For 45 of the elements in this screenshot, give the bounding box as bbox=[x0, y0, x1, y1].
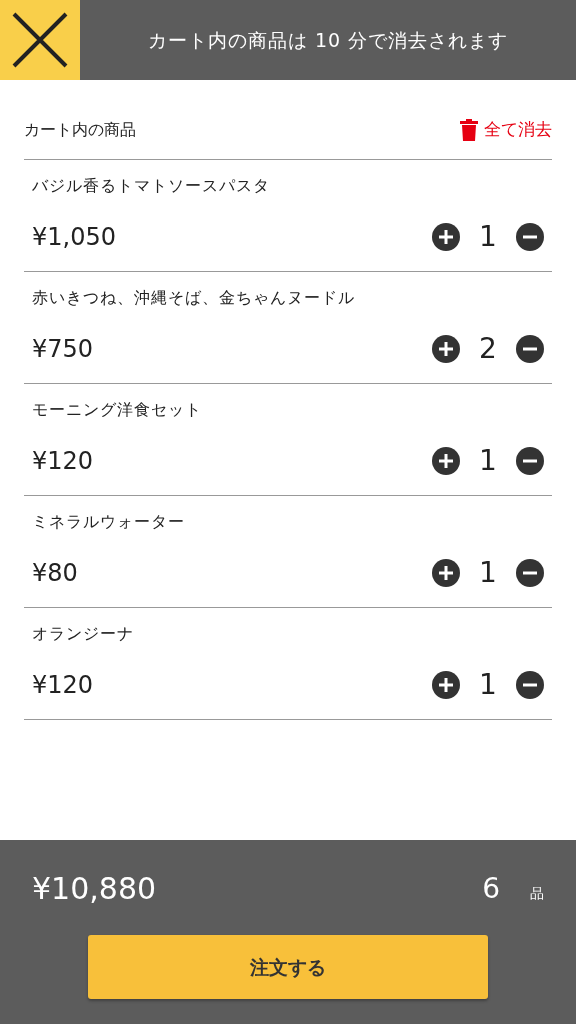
increase-button[interactable] bbox=[432, 446, 460, 475]
plus-icon bbox=[432, 446, 460, 475]
item-name: オランジーナ bbox=[32, 622, 135, 645]
item-price: ¥120 bbox=[32, 669, 94, 701]
close-button[interactable] bbox=[0, 0, 80, 80]
item-count: 6 bbox=[482, 870, 500, 907]
quantity: 1 bbox=[478, 442, 498, 479]
clear-all-button[interactable]: 全て消去 bbox=[460, 116, 552, 143]
minus-icon bbox=[516, 222, 544, 251]
quantity: 1 bbox=[478, 666, 498, 703]
close-icon bbox=[11, 11, 69, 69]
order-button[interactable]: 注文する bbox=[88, 935, 488, 999]
item-price: ¥80 bbox=[32, 557, 78, 589]
decrease-button[interactable] bbox=[516, 670, 544, 699]
minus-icon bbox=[516, 334, 544, 363]
increase-button[interactable] bbox=[432, 334, 460, 363]
minus-icon bbox=[516, 446, 544, 475]
item-name: 赤いきつね、沖縄そば、金ちゃんヌードル bbox=[32, 286, 356, 309]
increase-button[interactable] bbox=[432, 222, 460, 251]
decrease-button[interactable] bbox=[516, 222, 544, 251]
minus-icon bbox=[516, 558, 544, 587]
item-price: ¥750 bbox=[32, 333, 94, 365]
item-name: モーニング洋食セット bbox=[32, 398, 203, 421]
item-price: ¥1,050 bbox=[32, 221, 116, 253]
plus-icon bbox=[432, 334, 460, 363]
minus-icon bbox=[516, 670, 544, 699]
item-price: ¥120 bbox=[32, 445, 94, 477]
cart-heading: カート内の商品 bbox=[24, 118, 136, 141]
total-price: ¥10,880 bbox=[32, 870, 157, 908]
decrease-button[interactable] bbox=[516, 446, 544, 475]
header-title: カート内の商品は 10 分で消去されます bbox=[146, 27, 510, 53]
plus-icon bbox=[432, 558, 460, 587]
count-unit: 品 bbox=[530, 884, 544, 903]
increase-button[interactable] bbox=[432, 558, 460, 587]
plus-icon bbox=[432, 222, 460, 251]
plus-icon bbox=[432, 670, 460, 699]
quantity: 1 bbox=[478, 554, 498, 591]
item-name: ミネラルウォーター bbox=[32, 510, 186, 533]
quantity: 2 bbox=[478, 330, 498, 367]
trash-icon bbox=[460, 118, 478, 141]
decrease-button[interactable] bbox=[516, 334, 544, 363]
increase-button[interactable] bbox=[432, 670, 460, 699]
decrease-button[interactable] bbox=[516, 558, 544, 587]
item-name: バジル香るトマトソースパスタ bbox=[32, 174, 271, 197]
quantity: 1 bbox=[478, 218, 498, 255]
